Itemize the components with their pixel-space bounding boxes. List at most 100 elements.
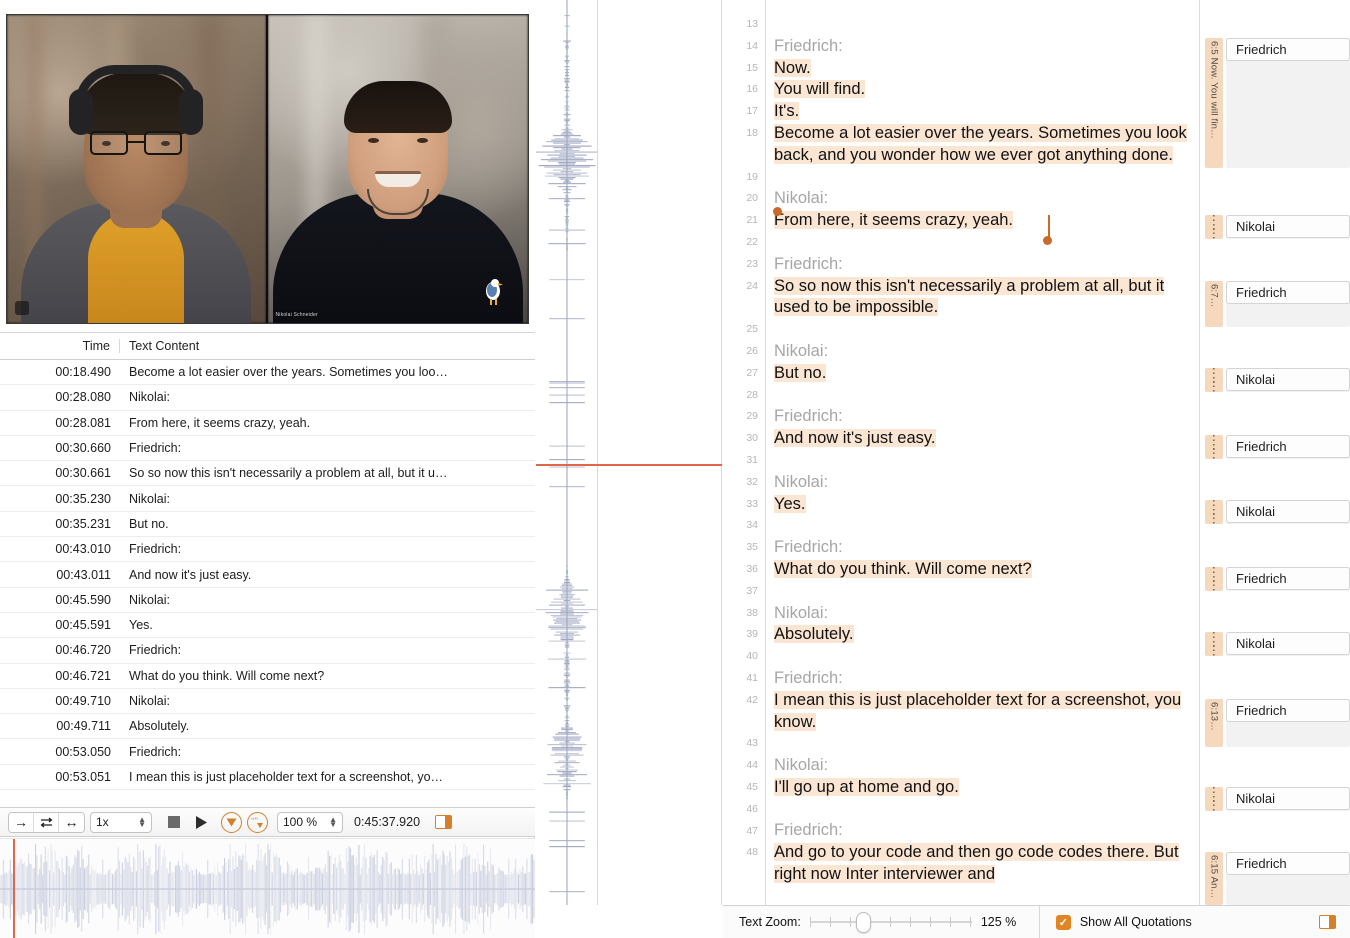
quotation-highlight[interactable]: Become a lot easier over the years. Some… (774, 123, 1187, 164)
vertical-playhead[interactable] (536, 464, 722, 466)
transcript-table-pane[interactable]: Time Text Content 00:18.490 Become a lot … (0, 332, 535, 807)
quotation-highlight[interactable]: But no. (774, 363, 827, 382)
quotation-highlight[interactable]: And go to your code and then go code cod… (774, 843, 1179, 884)
quotation-highlight[interactable]: You will find. (774, 80, 866, 99)
quotation-highlight[interactable]: So so now this isn't necessarily a probl… (774, 276, 1165, 317)
quotation-card[interactable]: Nikolai (1226, 500, 1350, 524)
video-frame[interactable]: Nikolai Schneider (6, 14, 529, 324)
table-row[interactable]: 00:35.230 Nikolai: (0, 486, 535, 512)
utterance-line[interactable]: What do you think. Will come next? (774, 559, 1191, 581)
transcript-document-pane[interactable]: 13 14 15 16 17 18 19 20 21 22 23 24 25 26 27 28 29 30 31 32… (723, 0, 1200, 905)
arrow-right-icon[interactable]: → (9, 812, 34, 832)
quotation-code-tag[interactable] (1205, 435, 1223, 459)
quotation-card[interactable]: Nikolai (1226, 368, 1350, 392)
quotation-highlight[interactable]: And now it's just easy. (774, 429, 936, 448)
stop-icon[interactable] (163, 811, 185, 833)
quotation-icon[interactable]: “” (247, 811, 268, 833)
selection-handle-start[interactable] (773, 207, 782, 216)
quotation-card[interactable]: Nikolai (1226, 215, 1350, 239)
utterance-line[interactable]: I'll go up at home and go. (774, 777, 1191, 799)
quotation-code-tag[interactable] (1205, 215, 1223, 239)
quotation-highlight[interactable]: From here, it seems crazy, yeah. (774, 211, 1014, 230)
selection-handle-end[interactable] (1043, 236, 1052, 245)
table-row[interactable]: 00:43.010 Friedrich: (0, 537, 535, 563)
quotation-highlight[interactable]: I mean this is just placeholder text for… (774, 690, 1182, 731)
audio-waveform-strip[interactable] (0, 838, 535, 938)
quotation-card[interactable]: Friedrich (1226, 567, 1350, 591)
table-row[interactable]: 00:35.231 But no. (0, 512, 535, 538)
quotation-code-tag[interactable]: 6:5 Now. You will fin… (1205, 38, 1223, 168)
quotation-code-tag[interactable]: 6:7… (1205, 281, 1223, 327)
table-row[interactable]: 00:46.720 Friedrich: (0, 638, 535, 664)
table-row[interactable]: 00:45.591 Yes. (0, 613, 535, 639)
quotations-margin-pane[interactable]: 6:5 Now. You will fin… Friedrich Nikolai 6:… (1201, 0, 1350, 905)
video-player-pane[interactable]: Nikolai Schneider (0, 0, 535, 332)
quotation-code-tag[interactable] (1205, 787, 1223, 811)
quotation-speaker-name: Nikolai (1226, 215, 1350, 238)
quotation-card[interactable]: Nikolai (1226, 787, 1350, 811)
quotation-code-tag[interactable]: 6:15 An… (1205, 852, 1223, 905)
utterance-line[interactable]: Now. (774, 58, 1191, 80)
media-zoom-select[interactable]: 100 % ▲ ▼ (277, 811, 343, 833)
filter-triangle-icon[interactable] (221, 811, 242, 833)
quotation-highlight[interactable]: Now. (774, 58, 811, 77)
table-row[interactable]: 00:49.711 Absolutely. (0, 714, 535, 740)
table-row[interactable]: 00:28.081 From here, it seems crazy, yeah… (0, 411, 535, 436)
panel-toggle-icon[interactable] (1319, 915, 1336, 929)
column-header-time[interactable]: Time (0, 339, 120, 353)
slider-knob[interactable] (855, 912, 871, 933)
utterance-line[interactable]: It's. (774, 101, 1191, 123)
quotation-highlight[interactable]: Yes. (774, 494, 806, 513)
utterance-line[interactable]: Yes. (774, 494, 1191, 516)
quotation-highlight[interactable]: Absolutely. (774, 625, 854, 644)
utterance-line[interactable]: And go to your code and then go code cod… (774, 842, 1191, 886)
quotation-card[interactable]: Friedrich (1226, 281, 1350, 327)
show-all-quotations-section[interactable]: ✓ Show All Quotations (1040, 914, 1319, 930)
quotation-card[interactable]: Friedrich (1226, 38, 1350, 168)
vertical-waveform-pane[interactable] (536, 0, 598, 905)
quotation-card[interactable]: Nikolai (1226, 632, 1350, 656)
quotation-code-tag[interactable] (1205, 632, 1223, 656)
quotation-card[interactable]: Friedrich (1226, 852, 1350, 905)
line-number: 33 (746, 497, 758, 510)
table-row[interactable]: 00:30.660 Friedrich: (0, 436, 535, 462)
utterance-line[interactable]: I mean this is just placeholder text for… (774, 690, 1191, 734)
utterance-line[interactable]: So so now this isn't necessarily a probl… (774, 276, 1191, 320)
table-row[interactable]: 00:49.710 Nikolai: (0, 689, 535, 715)
arrows-horizontal-icon[interactable]: ↔ (59, 812, 84, 832)
column-header-text[interactable]: Text Content (120, 339, 199, 353)
waveform-playhead[interactable] (13, 839, 15, 938)
table-row[interactable]: 00:28.080 Nikolai: (0, 385, 535, 411)
quotation-speaker-name: Friedrich (1226, 38, 1350, 61)
text-zoom-slider[interactable] (809, 912, 972, 933)
table-row[interactable]: 00:53.050 Friedrich: (0, 739, 535, 765)
table-row[interactable]: 00:46.721 What do you think. Will come ne… (0, 664, 535, 689)
utterance-line[interactable]: Become a lot easier over the years. Some… (774, 123, 1191, 167)
quotation-code-tag[interactable] (1205, 500, 1223, 524)
quotation-highlight[interactable]: It's. (774, 102, 800, 121)
quotation-card[interactable]: Friedrich (1226, 435, 1350, 459)
utterance-line[interactable]: But no. (774, 363, 1191, 385)
table-row[interactable]: 00:18.490 Become a lot easier over the ye… (0, 360, 535, 386)
quotation-code-tag[interactable] (1205, 567, 1223, 591)
play-icon[interactable] (190, 811, 212, 833)
playback-speed-select[interactable]: 1x ▲ ▼ (90, 811, 152, 833)
quotation-card[interactable]: Friedrich (1226, 699, 1350, 747)
speaker-label: Friedrich: (774, 668, 843, 687)
table-row[interactable]: 00:45.590 Nikolai: (0, 588, 535, 613)
utterance-line[interactable]: And now it's just easy. (774, 428, 1191, 450)
quotation-highlight[interactable]: I'll go up at home and go. (774, 777, 959, 796)
quotation-highlight[interactable]: What do you think. Will come next? (774, 559, 1032, 578)
utterance-line[interactable]: Absolutely. (774, 624, 1191, 646)
table-row[interactable]: 00:30.661 So so now this isn't necessaril… (0, 461, 535, 487)
table-row[interactable]: 00:43.011 And now it's just easy. (0, 562, 535, 588)
table-row[interactable]: 00:53.051 I mean this is just placeholder… (0, 765, 535, 791)
quotation-code-tag[interactable] (1205, 368, 1223, 392)
utterance-line[interactable]: You will find. (774, 79, 1191, 101)
show-all-quotations-checkbox[interactable]: ✓ (1055, 914, 1071, 930)
transcript-text-body[interactable]: Friedrich: Now. You will find. It's. Become … (767, 0, 1199, 905)
loop-icon[interactable] (34, 812, 59, 832)
utterance-line[interactable]: From here, it seems crazy, yeah. (774, 210, 1191, 232)
quotation-code-tag[interactable]: 6:13… (1205, 699, 1223, 747)
panel-toggle-icon[interactable] (435, 815, 453, 829)
